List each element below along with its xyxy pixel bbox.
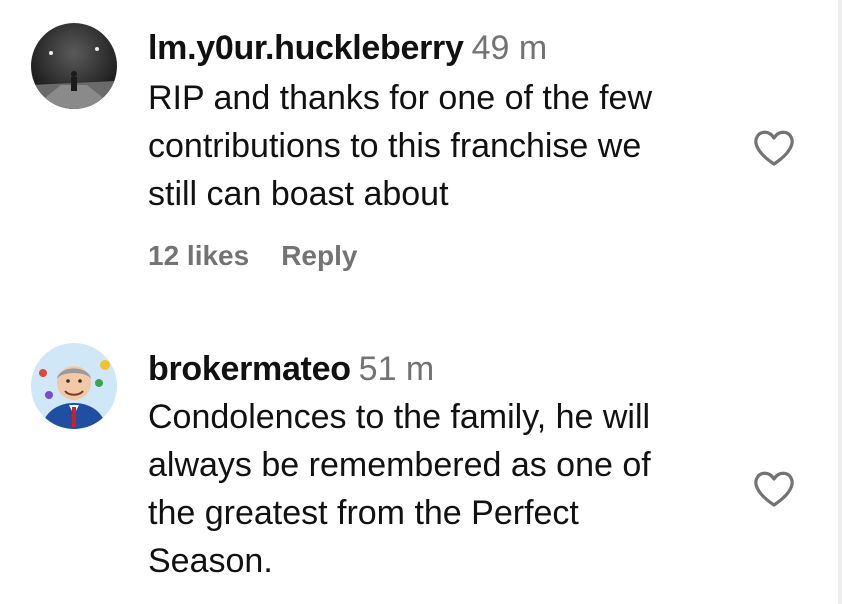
comment-text: RIP and thanks for one of the few contri… [148, 79, 653, 213]
comment-text: Condolences to the family, he will alway… [148, 398, 651, 580]
avatar[interactable] [31, 343, 117, 429]
avatar[interactable] [31, 23, 117, 109]
like-button[interactable] [752, 469, 796, 509]
reply-button[interactable]: Reply [281, 240, 357, 271]
comment-header: brokermateo 51 m [148, 349, 434, 389]
like-button[interactable] [752, 128, 796, 168]
timestamp: 51 m [358, 350, 435, 388]
username-link[interactable]: lm.y0ur.huckleberry [148, 29, 464, 67]
scrollbar-track[interactable] [838, 0, 842, 604]
heart-outline-icon [754, 130, 794, 166]
heart-outline-icon [754, 471, 794, 507]
comment-actions: 12 likes Reply [148, 240, 389, 272]
username-link[interactable]: brokermateo [148, 350, 351, 388]
timestamp: 49 m [471, 29, 548, 67]
comment-header: lm.y0ur.huckleberry 49 m [148, 28, 547, 68]
likes-count-button[interactable]: 12 likes [148, 240, 249, 271]
